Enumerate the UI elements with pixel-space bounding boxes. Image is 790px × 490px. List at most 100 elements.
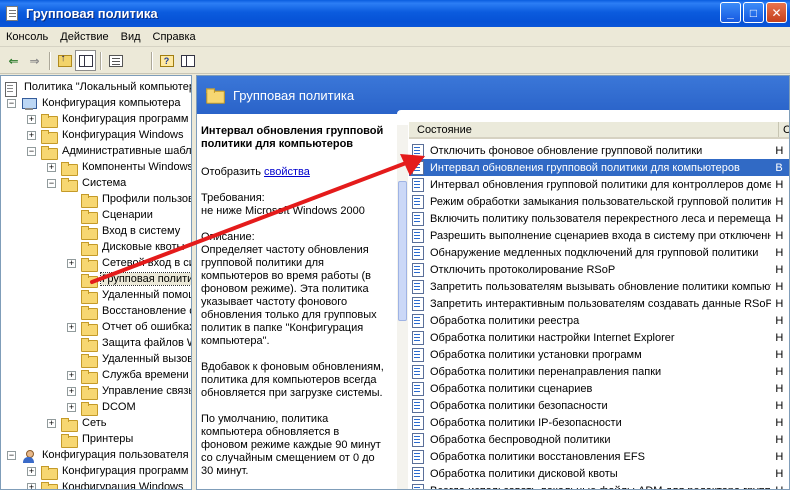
policy-row[interactable]: Запретить интерактивным пользователям со… <box>409 295 789 312</box>
tree-item[interactable]: + Сетевой вход в систему <box>1 256 191 272</box>
menu-help[interactable]: Справка <box>147 31 202 43</box>
expand-icon[interactable]: + <box>67 387 76 396</box>
expand-icon[interactable]: + <box>67 403 76 412</box>
tree-item[interactable]: − Административные шаблоны <box>1 144 192 160</box>
expand-icon[interactable]: + <box>67 323 76 332</box>
policy-row[interactable]: Разрешить выполнение сценариев входа в с… <box>409 227 789 244</box>
policy-row[interactable]: Обнаружение медленных подключений для гр… <box>409 244 789 261</box>
tree-item[interactable]: − Система <box>1 176 191 192</box>
policy-name: Интервал обновления групповой политики д… <box>430 161 740 174</box>
policy-state: Н <box>775 399 784 412</box>
policy-name: Обработка политики восстановления EFS <box>430 450 645 463</box>
window-title: Групповая политика <box>26 6 158 21</box>
tree-item[interactable]: + Компоненты Windows <box>1 160 191 176</box>
forward-button[interactable]: ⇒ <box>24 50 45 71</box>
tree-item[interactable]: Удаленный вызов процедур <box>1 352 191 368</box>
details-header: Групповая политика <box>197 76 789 114</box>
expand-icon[interactable]: + <box>47 419 56 428</box>
menu-view[interactable]: Вид <box>115 31 147 43</box>
policy-row[interactable]: Обработка политики перенаправления папки… <box>409 363 789 380</box>
collapse-icon[interactable]: − <box>47 179 56 188</box>
up-level-button[interactable] <box>54 50 75 71</box>
tree-item-label: Дисковые квоты <box>102 241 185 253</box>
properties-button[interactable] <box>105 50 126 71</box>
tree-item[interactable]: Принтеры <box>1 432 191 448</box>
policy-row[interactable]: Всегда использовать локальные файлы ADM … <box>409 482 789 490</box>
policy-row[interactable]: Интервал обновления групповой политики д… <box>409 176 789 193</box>
expand-icon[interactable]: + <box>27 467 36 476</box>
policy-row[interactable]: Обработка политики восстановления EFS Н <box>409 448 789 465</box>
toolbar-separator <box>49 51 50 70</box>
tree-item[interactable]: Групповая политика <box>1 272 191 288</box>
folder-icon <box>81 210 98 224</box>
expand-icon[interactable]: + <box>47 163 56 172</box>
collapse-icon[interactable]: − <box>7 451 16 460</box>
tree-item-label: Конфигурация программ <box>62 113 189 125</box>
policy-row[interactable]: Режим обработки замыкания пользовательск… <box>409 193 789 210</box>
expand-icon[interactable]: + <box>27 483 36 489</box>
computer-icon <box>21 98 37 111</box>
expand-icon[interactable]: + <box>27 115 36 124</box>
policy-setting-icon <box>411 449 425 464</box>
policy-list: Состояние С Отключить фоновое обновление… <box>409 122 789 490</box>
tree-item[interactable]: − Конфигурация компьютера <box>1 96 191 112</box>
policy-row[interactable]: Обработка политики дисковой квоты Н <box>409 465 789 482</box>
policy-row[interactable]: Обработка политики безопасности Н <box>409 397 789 414</box>
description-scrollbar[interactable] <box>397 125 408 489</box>
tree-item[interactable]: Удаленный помощник <box>1 288 191 304</box>
policy-row[interactable]: Отключить фоновое обновление групповой п… <box>409 142 789 159</box>
expand-icon[interactable]: + <box>67 259 76 268</box>
tree-item[interactable]: − Конфигурация пользователя <box>1 448 191 464</box>
policy-row[interactable]: Запретить пользователям вызывать обновле… <box>409 278 789 295</box>
tree-item[interactable]: Сценарии <box>1 208 191 224</box>
policy-row[interactable]: Отключить протоколирование RSoP Н <box>409 261 789 278</box>
policy-row[interactable]: Обработка политики установки программ Н <box>409 346 789 363</box>
policy-row[interactable]: Обработка политики IP-безопасности Н <box>409 414 789 431</box>
tree-item-label: Административные шаблоны <box>62 145 192 157</box>
folder-icon <box>81 322 98 336</box>
tree-item[interactable]: Защита файлов Windows <box>1 336 191 352</box>
tree-item[interactable]: Профили пользователей <box>1 192 191 208</box>
policy-row[interactable]: Включить политику пользователя перекрест… <box>409 210 789 227</box>
policy-row[interactable]: Интервал обновления групповой политики д… <box>409 159 789 176</box>
column-header-state[interactable]: Состояние <box>409 122 779 137</box>
tree-item[interactable]: + Служба времени Windows <box>1 368 191 384</box>
scroll-thumb[interactable] <box>398 181 407 321</box>
policy-row[interactable]: Обработка политики реестра Н <box>409 312 789 329</box>
policy-name: Всегда использовать локальные файлы ADM … <box>430 485 771 490</box>
policy-setting-icon <box>411 415 425 430</box>
tree-item[interactable]: Вход в систему <box>1 224 191 240</box>
expand-icon[interactable]: + <box>27 131 36 140</box>
tree-item[interactable]: Восстановление системы <box>1 304 191 320</box>
maximize-button[interactable]: □ <box>743 2 764 23</box>
policy-row[interactable]: Обработка политики сценариев Н <box>409 380 789 397</box>
collapse-icon[interactable]: − <box>27 147 36 156</box>
tree-item[interactable]: + Управление связью через Интернет <box>1 384 191 400</box>
column-header-state-short[interactable]: С <box>779 122 789 137</box>
show-tree-button[interactable] <box>75 50 96 71</box>
expand-icon[interactable]: + <box>67 371 76 380</box>
menu-action[interactable]: Действие <box>54 31 114 43</box>
policy-state: Н <box>775 195 784 208</box>
policy-setting-icon <box>411 466 425 481</box>
tree-item[interactable]: + Конфигурация Windows <box>1 128 191 144</box>
export-button[interactable] <box>126 50 594 463</box>
tree-item[interactable]: Дисковые квоты <box>1 240 191 256</box>
tree-item[interactable]: + Конфигурация Windows <box>1 480 191 489</box>
tree-item[interactable]: + Конфигурация программ <box>1 112 191 128</box>
help-button[interactable]: ? <box>156 50 177 71</box>
tree-item[interactable]: + Сеть <box>1 416 191 432</box>
tree-item[interactable]: + DCOM <box>1 400 191 416</box>
policy-row[interactable]: Обработка беспроводной политики Н <box>409 431 789 448</box>
back-button[interactable]: ⇐ <box>3 50 24 71</box>
close-button[interactable]: ✕ <box>766 2 787 23</box>
policy-row[interactable]: Обработка политики настройки Internet Ex… <box>409 329 789 346</box>
tree-item[interactable]: + Отчет об ошибках <box>1 320 191 336</box>
show-list-button[interactable] <box>177 50 198 71</box>
properties-link[interactable]: свойства <box>264 166 310 178</box>
collapse-icon[interactable]: − <box>7 99 16 108</box>
tree-item[interactable]: + Конфигурация программ <box>1 464 191 480</box>
tree-item[interactable]: Политика "Локальный компьютер" <box>1 80 191 97</box>
menu-console[interactable]: Консоль <box>0 31 54 43</box>
minimize-button[interactable]: _ <box>720 2 741 23</box>
